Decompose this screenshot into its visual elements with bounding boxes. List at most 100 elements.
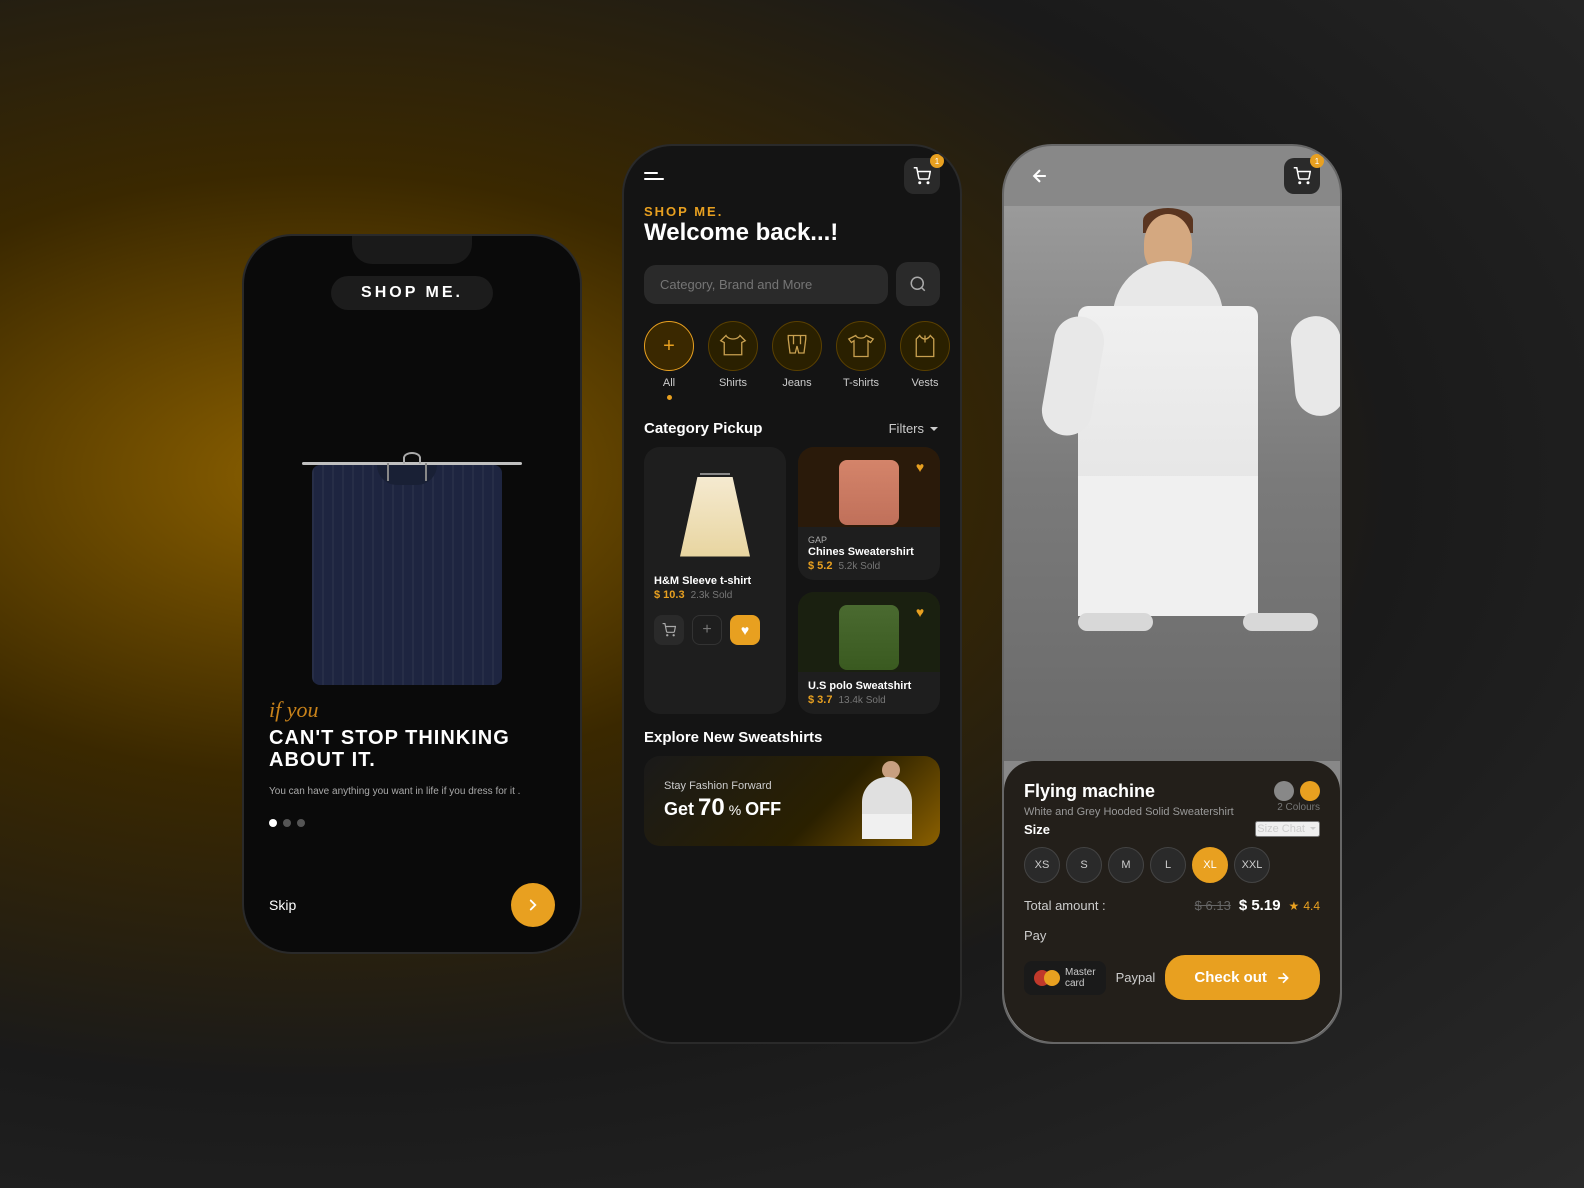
category-jeans-label: Jeans: [782, 377, 811, 389]
product-2-info: GAP Chines Sweatershirt $ 5.2 5.2k Sold: [798, 527, 940, 580]
poncho-shape: [680, 477, 750, 557]
promo-model-figure: [855, 759, 920, 844]
mastercard-icon: [1034, 970, 1060, 986]
category-tshirts[interactable]: T-shirts: [836, 321, 886, 389]
filter-label: Filters: [889, 421, 924, 436]
product-card-poncho[interactable]: H&M Sleeve t-shirt $ 10.3 2.3k Sold +: [644, 447, 786, 714]
product-1-name: H&M Sleeve t-shirt: [654, 575, 776, 587]
promo-discount-row: Get 70 % OFF: [664, 794, 855, 822]
pink-sweater-visual: [839, 460, 899, 525]
mastercard-button[interactable]: Master card: [1024, 961, 1106, 995]
search-row: [624, 262, 960, 321]
chevron-down-icon: [928, 423, 940, 435]
category-jeans[interactable]: Jeans: [772, 321, 822, 389]
green-sweater-visual: [839, 605, 899, 670]
cart-button-3[interactable]: 1: [1284, 158, 1320, 194]
add-button-1[interactable]: +: [692, 615, 722, 645]
category-shirts[interactable]: Shirts: [708, 321, 758, 389]
size-l[interactable]: L: [1150, 847, 1186, 883]
cart-count-badge-3: 1: [1310, 154, 1324, 168]
size-chart-button[interactable]: Size Chat: [1255, 821, 1320, 837]
phone-1-text-area: if you CAN'T STOP THINKING ABOUT IT. You…: [244, 697, 580, 852]
color-swatch-orange[interactable]: [1300, 781, 1320, 801]
color-swatch-gray[interactable]: [1274, 781, 1294, 801]
shop-me-title-1: SHOP ME.: [331, 276, 493, 310]
product-3-price: $ 3.7: [808, 694, 832, 706]
shop-me-label: SHOP ME.: [644, 204, 940, 219]
mini-hanger-bar: [700, 473, 730, 475]
welcome-text: Welcome back...!: [644, 219, 940, 247]
size-s[interactable]: S: [1066, 847, 1102, 883]
promo-stay-text: Stay Fashion Forward: [664, 780, 855, 792]
model-shoe-right: [1243, 613, 1318, 631]
promo-model-head: [882, 761, 900, 779]
search-button[interactable]: [896, 262, 940, 306]
tagline-bold1: CAN'T STOP THINKING: [269, 727, 555, 749]
promo-banner[interactable]: Stay Fashion Forward Get 70 % OFF: [644, 756, 940, 846]
vests-icon: [911, 332, 939, 360]
right-products-column: ♥ GAP Chines Sweatershirt $ 5.2 5.2k Sol…: [798, 447, 940, 714]
product-img-poncho: [644, 447, 786, 567]
category-all[interactable]: + All: [644, 321, 694, 400]
back-button[interactable]: [1024, 160, 1056, 192]
promo-off: OFF: [745, 799, 781, 820]
category-pickup-title: Category Pickup: [644, 420, 762, 437]
phone-1-bottom: Skip: [244, 873, 580, 952]
filter-button[interactable]: Filters: [889, 421, 940, 436]
product-card-pink[interactable]: ♥ GAP Chines Sweatershirt $ 5.2 5.2k Sol…: [798, 447, 940, 580]
cart-icon: [913, 167, 931, 185]
pagination-dots: [269, 819, 555, 827]
sweater-visual: [292, 447, 532, 727]
hanger-arms: [387, 463, 427, 481]
category-vests-label: Vests: [912, 377, 939, 389]
add-to-cart-1[interactable]: [654, 615, 684, 645]
detail-top-row: Flying machine: [1024, 781, 1320, 802]
category-vests[interactable]: Vests: [900, 321, 950, 389]
arrow-right-icon: [524, 896, 542, 914]
paypal-button[interactable]: Paypal: [1116, 970, 1156, 985]
next-arrow-button[interactable]: [511, 883, 555, 927]
total-prices: $ 6.13 $ 5.19 ★ 4.4: [1195, 897, 1320, 914]
promo-text-area: Stay Fashion Forward Get 70 % OFF: [664, 780, 855, 822]
promo-discount-number: 70: [698, 794, 725, 822]
size-m[interactable]: M: [1108, 847, 1144, 883]
dot-1: [269, 819, 277, 827]
dot-2: [283, 819, 291, 827]
skip-button[interactable]: Skip: [269, 897, 296, 913]
heart-icon-1: ♥: [741, 622, 749, 638]
product-1-actions: + ♥: [644, 609, 786, 655]
tagline-italic: if you: [269, 697, 555, 723]
back-arrow-icon: [1030, 166, 1050, 186]
size-xs[interactable]: XS: [1024, 847, 1060, 883]
size-xxl[interactable]: XXL: [1234, 847, 1270, 883]
search-input[interactable]: [644, 265, 888, 304]
phone-3-model-area: [1004, 206, 1340, 761]
paypal-label: Paypal: [1116, 970, 1156, 985]
phone-1-subtext: You can have anything you want in life i…: [269, 784, 555, 799]
dot-3: [297, 819, 305, 827]
total-amount-label: Total amount :: [1024, 898, 1106, 913]
size-row: Size Size Chat: [1024, 821, 1320, 837]
category-shirts-icon-wrap: [708, 321, 758, 371]
size-xl[interactable]: XL: [1192, 847, 1228, 883]
tshirts-icon: [847, 332, 875, 360]
cart-icon-3: [1293, 167, 1311, 185]
phone-2-shop: 1 SHOP ME. Welcome back...! + All: [622, 144, 962, 1044]
checkout-button[interactable]: Check out: [1165, 955, 1320, 1000]
promo-percent: %: [729, 802, 741, 818]
product-rating: ★ 4.4: [1289, 899, 1320, 913]
hamburger-menu-icon[interactable]: [644, 172, 664, 180]
product-card-green[interactable]: ♥ U.S polo Sweatshirt $ 3.7 13.4k Sold: [798, 592, 940, 714]
product-brand-name: Flying machine: [1024, 781, 1155, 802]
cart-icon-button[interactable]: 1: [904, 158, 940, 194]
product-1-sold: 2.3k Sold: [691, 590, 733, 601]
poncho-visual: [680, 473, 750, 557]
model-pants: [1078, 476, 1258, 616]
category-all-label: All: [663, 377, 675, 389]
category-all-icon: +: [644, 321, 694, 371]
category-shirts-label: Shirts: [719, 377, 747, 389]
product-2-price: $ 5.2: [808, 560, 832, 572]
product-img-green: ♥: [798, 592, 940, 672]
sizes-row: XS S M L XL XXL: [1024, 847, 1320, 883]
wishlist-button-1[interactable]: ♥: [730, 615, 760, 645]
